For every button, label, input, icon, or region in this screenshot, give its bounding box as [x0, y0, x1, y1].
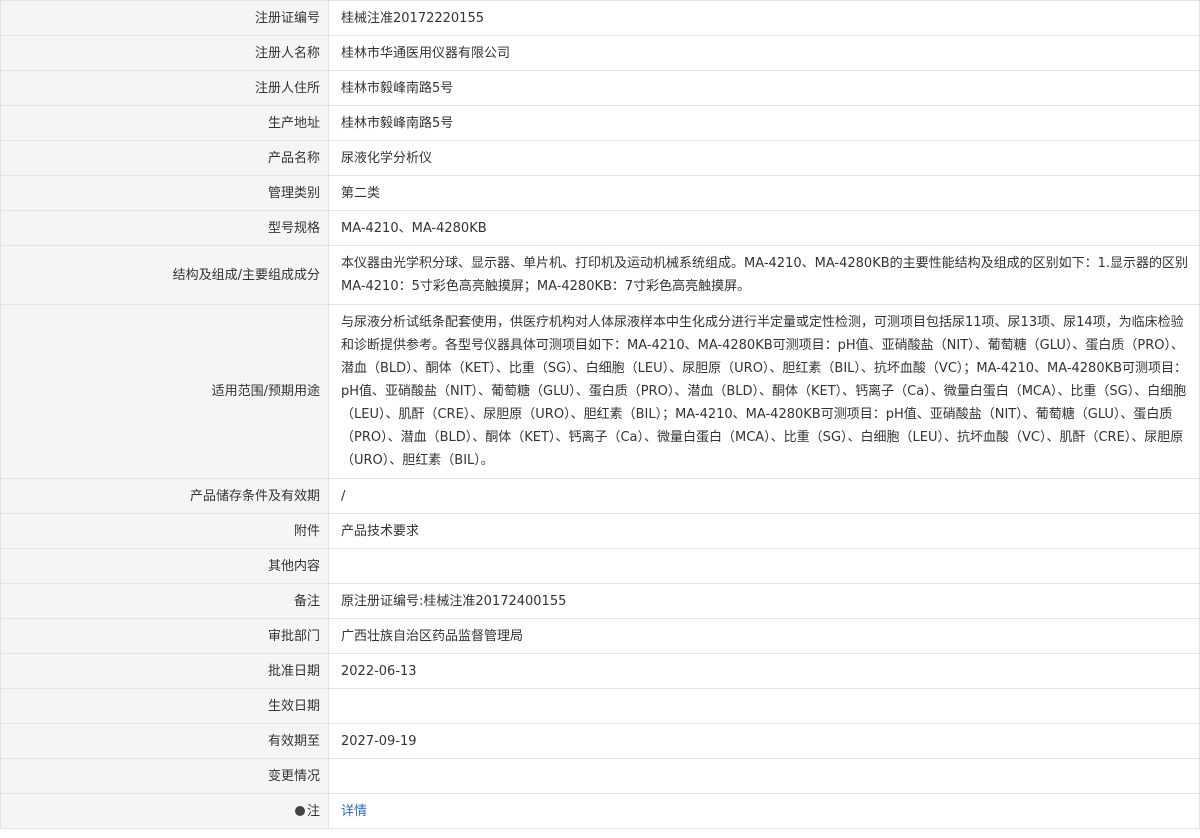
label-effective-date: 生效日期 [0, 688, 329, 724]
value-registrant-name: 桂林市华通医用仪器有限公司 [328, 35, 1200, 71]
row-valid-until: 有效期至 2027-09-19 [0, 723, 1200, 759]
row-registrant-address: 注册人住所 桂林市毅峰南路5号 [0, 70, 1200, 106]
row-registration-number: 注册证编号 桂械注准20172220155 [0, 0, 1200, 36]
row-other-content: 其他内容 [0, 548, 1200, 584]
label-management-category: 管理类别 [0, 175, 329, 211]
row-registrant-name: 注册人名称 桂林市华通医用仪器有限公司 [0, 35, 1200, 71]
value-production-address: 桂林市毅峰南路5号 [328, 105, 1200, 141]
row-model-spec: 型号规格 MA-4210、MA-4280KB [0, 210, 1200, 246]
label-intended-use: 适用范围/预期用途 [0, 304, 329, 479]
value-structure-composition: 本仪器由光学积分球、显示器、单片机、打印机及运动机械系统组成。MA-4210、M… [328, 245, 1200, 305]
value-effective-date [328, 688, 1200, 724]
value-registrant-address: 桂林市毅峰南路5号 [328, 70, 1200, 106]
row-change-history: 变更情况 [0, 758, 1200, 794]
value-registration-number: 桂械注准20172220155 [328, 0, 1200, 36]
value-approval-date: 2022-06-13 [328, 653, 1200, 689]
value-storage-conditions: / [328, 478, 1200, 514]
row-intended-use: 适用范围/预期用途 与尿液分析试纸条配套使用，供医疗机构对人体尿液样本中生化成分… [0, 304, 1200, 479]
row-management-category: 管理类别 第二类 [0, 175, 1200, 211]
value-note: 详情 [328, 793, 1200, 829]
row-attachment: 附件 产品技术要求 [0, 513, 1200, 549]
label-structure-composition: 结构及组成/主要组成成分 [0, 245, 329, 305]
row-product-name: 产品名称 尿液化学分析仪 [0, 140, 1200, 176]
row-effective-date: 生效日期 [0, 688, 1200, 724]
value-other-content [328, 548, 1200, 584]
row-storage-conditions: 产品储存条件及有效期 / [0, 478, 1200, 514]
bullet-icon [294, 805, 305, 816]
value-change-history [328, 758, 1200, 794]
row-approval-date: 批准日期 2022-06-13 [0, 653, 1200, 689]
registration-detail-table: 注册证编号 桂械注准20172220155 注册人名称 桂林市华通医用仪器有限公… [0, 0, 1200, 829]
value-attachment: 产品技术要求 [328, 513, 1200, 549]
note-label-text: 注 [306, 803, 320, 819]
label-product-name: 产品名称 [0, 140, 329, 176]
row-note: 注 详情 [0, 793, 1200, 829]
label-attachment: 附件 [0, 513, 329, 549]
label-registrant-name: 注册人名称 [0, 35, 329, 71]
label-valid-until: 有效期至 [0, 723, 329, 759]
label-storage-conditions: 产品储存条件及有效期 [0, 478, 329, 514]
value-model-spec: MA-4210、MA-4280KB [328, 210, 1200, 246]
value-intended-use: 与尿液分析试纸条配套使用，供医疗机构对人体尿液样本中生化成分进行半定量或定性检测… [328, 304, 1200, 479]
label-remark: 备注 [0, 583, 329, 619]
value-management-category: 第二类 [328, 175, 1200, 211]
registration-detail-page: 注册证编号 桂械注准20172220155 注册人名称 桂林市华通医用仪器有限公… [0, 0, 1200, 829]
label-model-spec: 型号规格 [0, 210, 329, 246]
label-production-address: 生产地址 [0, 105, 329, 141]
label-change-history: 变更情况 [0, 758, 329, 794]
label-registrant-address: 注册人住所 [0, 70, 329, 106]
value-valid-until: 2027-09-19 [328, 723, 1200, 759]
value-approval-authority: 广西壮族自治区药品监督管理局 [328, 618, 1200, 654]
row-structure-composition: 结构及组成/主要组成成分 本仪器由光学积分球、显示器、单片机、打印机及运动机械系… [0, 245, 1200, 305]
label-approval-date: 批准日期 [0, 653, 329, 689]
label-note: 注 [0, 793, 329, 829]
value-product-name: 尿液化学分析仪 [328, 140, 1200, 176]
value-remark: 原注册证编号:桂械注准20172400155 [328, 583, 1200, 619]
row-remark: 备注 原注册证编号:桂械注准20172400155 [0, 583, 1200, 619]
row-production-address: 生产地址 桂林市毅峰南路5号 [0, 105, 1200, 141]
details-link[interactable]: 详情 [341, 804, 367, 819]
label-registration-number: 注册证编号 [0, 0, 329, 36]
row-approval-authority: 审批部门 广西壮族自治区药品监督管理局 [0, 618, 1200, 654]
label-other-content: 其他内容 [0, 548, 329, 584]
label-approval-authority: 审批部门 [0, 618, 329, 654]
